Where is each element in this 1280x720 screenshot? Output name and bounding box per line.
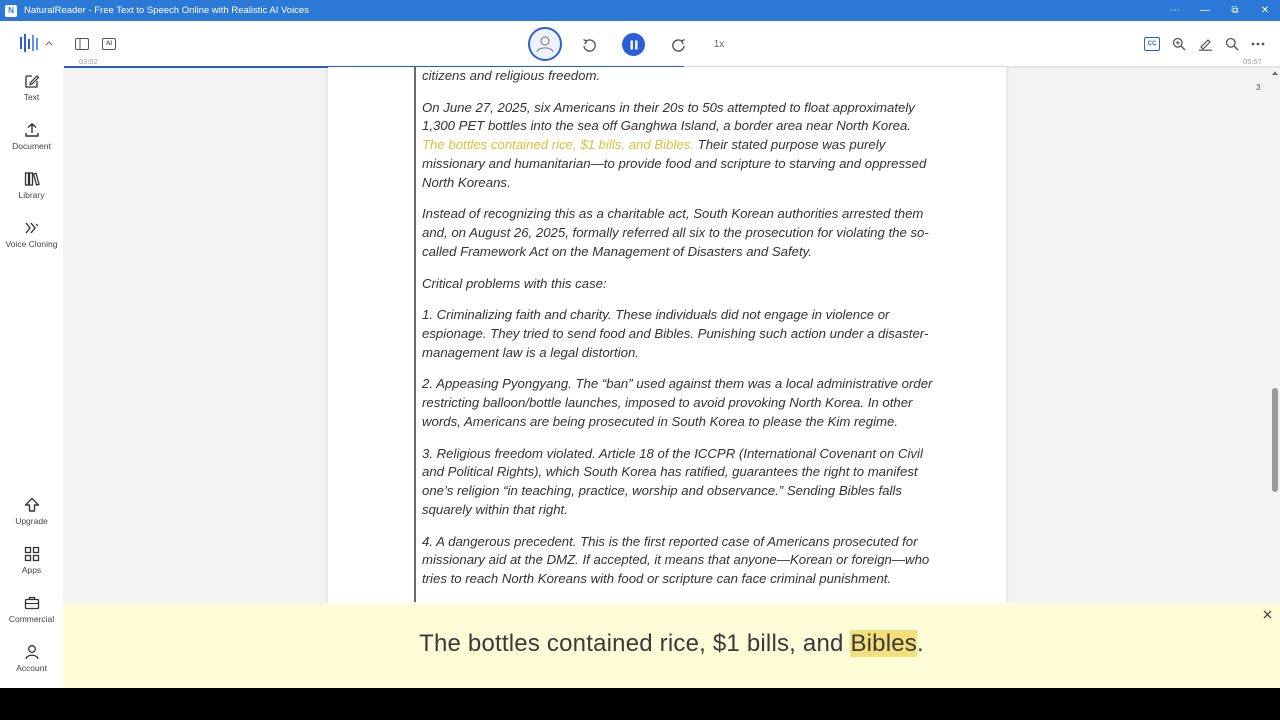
sidebar-item-upgrade[interactable]: Upgrade [0, 497, 63, 526]
sidebar-item-label: Document [12, 141, 51, 151]
apps-icon [24, 546, 39, 562]
paragraph-text: On June 27, 2025, six Americans in their… [422, 99, 915, 134]
close-window-button[interactable]: ✕ [1250, 0, 1280, 21]
sidebar-item-text[interactable]: Text [0, 73, 63, 102]
sidebar-item-commercial[interactable]: Commercial [0, 595, 63, 624]
rewind-button[interactable] [580, 36, 598, 54]
sidebar-item-label: Text [23, 92, 40, 102]
close-icon [1263, 610, 1272, 619]
paragraph[interactable]: On June 27, 2025, six Americans in their… [422, 99, 934, 193]
paragraph[interactable]: 3. Religious freedom violated. Article 1… [422, 445, 934, 520]
paragraph[interactable]: Instead of recognizing this as a charita… [422, 205, 934, 261]
paragraph[interactable]: 1. Criminalizing faith and charity. Thes… [422, 306, 934, 362]
briefcase-icon [24, 596, 39, 610]
upgrade-icon [24, 497, 39, 512]
sidebar-item-label: Apps [21, 565, 42, 575]
pause-icon [630, 40, 637, 49]
highlight-tool-button[interactable] [1197, 36, 1213, 52]
document-text-column: citizens and religious freedom. On June … [414, 67, 934, 602]
sidebar-item-label: Commercial [8, 614, 55, 624]
more-menu-button[interactable] [1250, 36, 1266, 52]
player-toolbar: AI 1x CC 03:02 05:57 [0, 21, 1280, 68]
forward-button[interactable] [670, 36, 688, 54]
highlighted-sentence: The bottles contained rice, $1 bills, an… [422, 137, 694, 153]
app-icon: N [5, 4, 17, 17]
rewind-icon [583, 38, 596, 52]
sidebar-item-label: Library [18, 190, 45, 200]
page-number: 3 [1256, 83, 1261, 92]
window-controls: ⋯ — ⧉ ✕ [1160, 0, 1280, 21]
paragraph[interactable]: Critical problems with this case: [422, 275, 934, 294]
pause-button[interactable] [622, 33, 645, 56]
sidebar-item-apps[interactable]: Apps [0, 546, 63, 575]
sidebar-item-voice-cloning[interactable]: Voice Cloning [0, 220, 63, 249]
sidebar-item-label: Account [16, 663, 47, 673]
document-page: citizens and religious freedom. On June … [328, 67, 1006, 603]
sidebar-toggle-icon[interactable] [74, 37, 90, 51]
cc-label: CC [1147, 41, 1157, 47]
sidebar: Text Document Library Voice Cloning Upgr… [0, 67, 63, 688]
restore-button[interactable]: ⧉ [1220, 0, 1250, 21]
naturalreader-logo[interactable] [20, 34, 54, 52]
paragraph[interactable]: 2. Appeasing Pyongyang. The “ban” used a… [422, 375, 934, 431]
sidebar-item-library[interactable]: Library [0, 171, 63, 200]
time-elapsed: 03:02 [79, 57, 98, 66]
window-title: NaturalReader - Free Text to Speech Onli… [24, 5, 309, 16]
caption-before: The bottles contained rice, $1 bills, an… [419, 630, 851, 657]
scrollbar-thumb[interactable] [1272, 388, 1278, 492]
zoom-in-button[interactable] [1171, 36, 1187, 52]
person-icon [536, 36, 554, 53]
time-total: 05:57 [1243, 57, 1262, 66]
caption-bar: The bottles contained rice, $1 bills, an… [63, 603, 1280, 688]
search-icon [1225, 37, 1239, 51]
paragraph[interactable]: 4. A dangerous precedent. This is the fi… [422, 533, 934, 589]
sidebar-item-account[interactable]: Account [0, 644, 63, 673]
caption-text: The bottles contained rice, $1 bills, an… [63, 630, 1280, 658]
sidebar-item-label: Voice Cloning [5, 239, 58, 249]
scroll-up-icon[interactable] [1270, 69, 1280, 77]
edit-icon [24, 75, 39, 88]
upload-icon [24, 122, 39, 137]
caption-current-word: Bibles [850, 630, 918, 657]
search-button[interactable] [1224, 36, 1240, 52]
sidebar-item-document[interactable]: Document [0, 122, 63, 151]
ai-label: AI [106, 41, 112, 47]
chevron-up-icon [45, 41, 53, 46]
sidebar-item-label: Upgrade [15, 516, 48, 526]
speed-button[interactable]: 1x [709, 36, 729, 52]
library-icon [24, 172, 40, 186]
account-icon [24, 645, 39, 660]
captions-button[interactable]: CC [1144, 37, 1160, 51]
more-dots-icon [1251, 42, 1265, 46]
minimize-button[interactable]: — [1190, 0, 1220, 21]
scrollbar[interactable] [1270, 67, 1280, 603]
paragraph[interactable]: citizens and religious freedom. [422, 67, 934, 86]
caption-after: . [917, 630, 924, 657]
voice-avatar-button[interactable] [528, 27, 562, 61]
title-bar: N NaturalReader - Free Text to Speech On… [0, 0, 1280, 21]
app-window: N NaturalReader - Free Text to Speech On… [0, 0, 1280, 688]
more-options-icon[interactable]: ⋯ [1160, 0, 1190, 21]
voice-cloning-icon [24, 222, 38, 234]
ai-button[interactable]: AI [101, 37, 117, 51]
close-caption-button[interactable] [1263, 610, 1272, 622]
highlighter-icon [1198, 39, 1212, 51]
zoom-in-icon [1172, 37, 1186, 51]
logo-icon [20, 34, 38, 52]
forward-icon [672, 38, 685, 52]
